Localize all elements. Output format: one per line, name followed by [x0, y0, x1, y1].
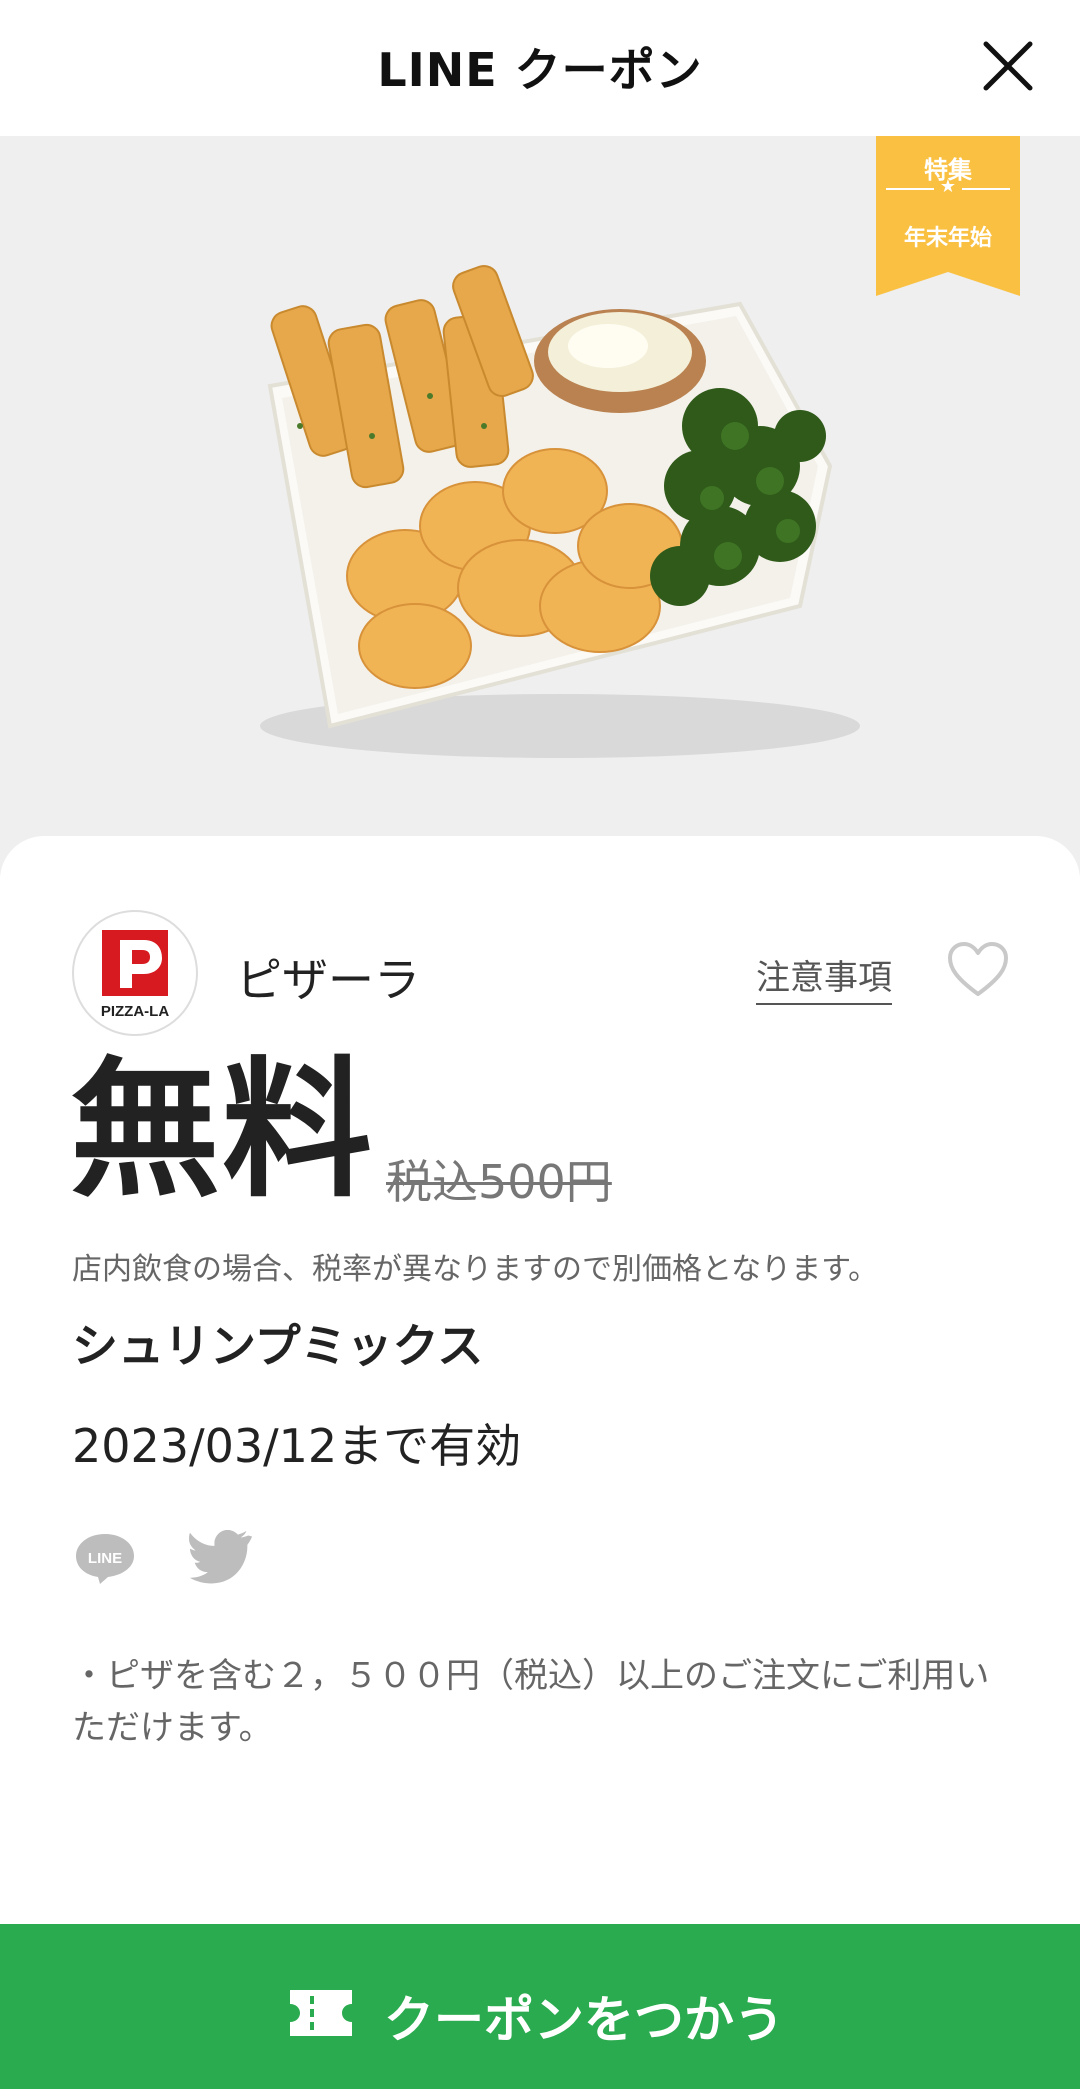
- star-icon: ★: [939, 176, 957, 197]
- page-title: LINE クーポン: [377, 43, 703, 97]
- coupon-price: 無料: [70, 1044, 375, 1218]
- original-price: 税込500円: [386, 1155, 612, 1209]
- twitter-icon[interactable]: [188, 1530, 254, 1586]
- notice-link[interactable]: 注意事項: [756, 950, 892, 1005]
- ribbon-divider: [962, 188, 1010, 190]
- use-coupon-button[interactable]: クーポンをつかう: [0, 1924, 1080, 2089]
- ticket-icon: [290, 1990, 352, 2036]
- store-name: ピザーラ: [236, 953, 420, 1007]
- header: LINE クーポン: [0, 0, 1080, 136]
- close-icon[interactable]: [980, 38, 1036, 94]
- store-logo: PIZZA-LA: [72, 910, 198, 1036]
- use-coupon-label: クーポンをつかう: [384, 1991, 784, 2049]
- validity-date: 2023/03/12まで有効: [72, 1419, 522, 1473]
- ribbon-label-bottom: 年末年始: [903, 226, 992, 251]
- logo-text: PIZZA-LA: [101, 1003, 169, 1020]
- tax-note: 店内飲食の場合、税率が異なりますので別価格となります。: [72, 1252, 879, 1287]
- terms-text: ・ピザを含む２，５００円（税込）以上のご注文にご利用いただけます。: [72, 1656, 990, 1748]
- product-name: シュリンプミックス: [72, 1319, 484, 1373]
- feature-ribbon: 特集 ★ 年末年始: [876, 136, 1020, 296]
- heart-icon[interactable]: [946, 940, 1010, 1000]
- line-icon-label: LINE: [88, 1550, 122, 1567]
- line-icon[interactable]: LINE: [72, 1530, 138, 1586]
